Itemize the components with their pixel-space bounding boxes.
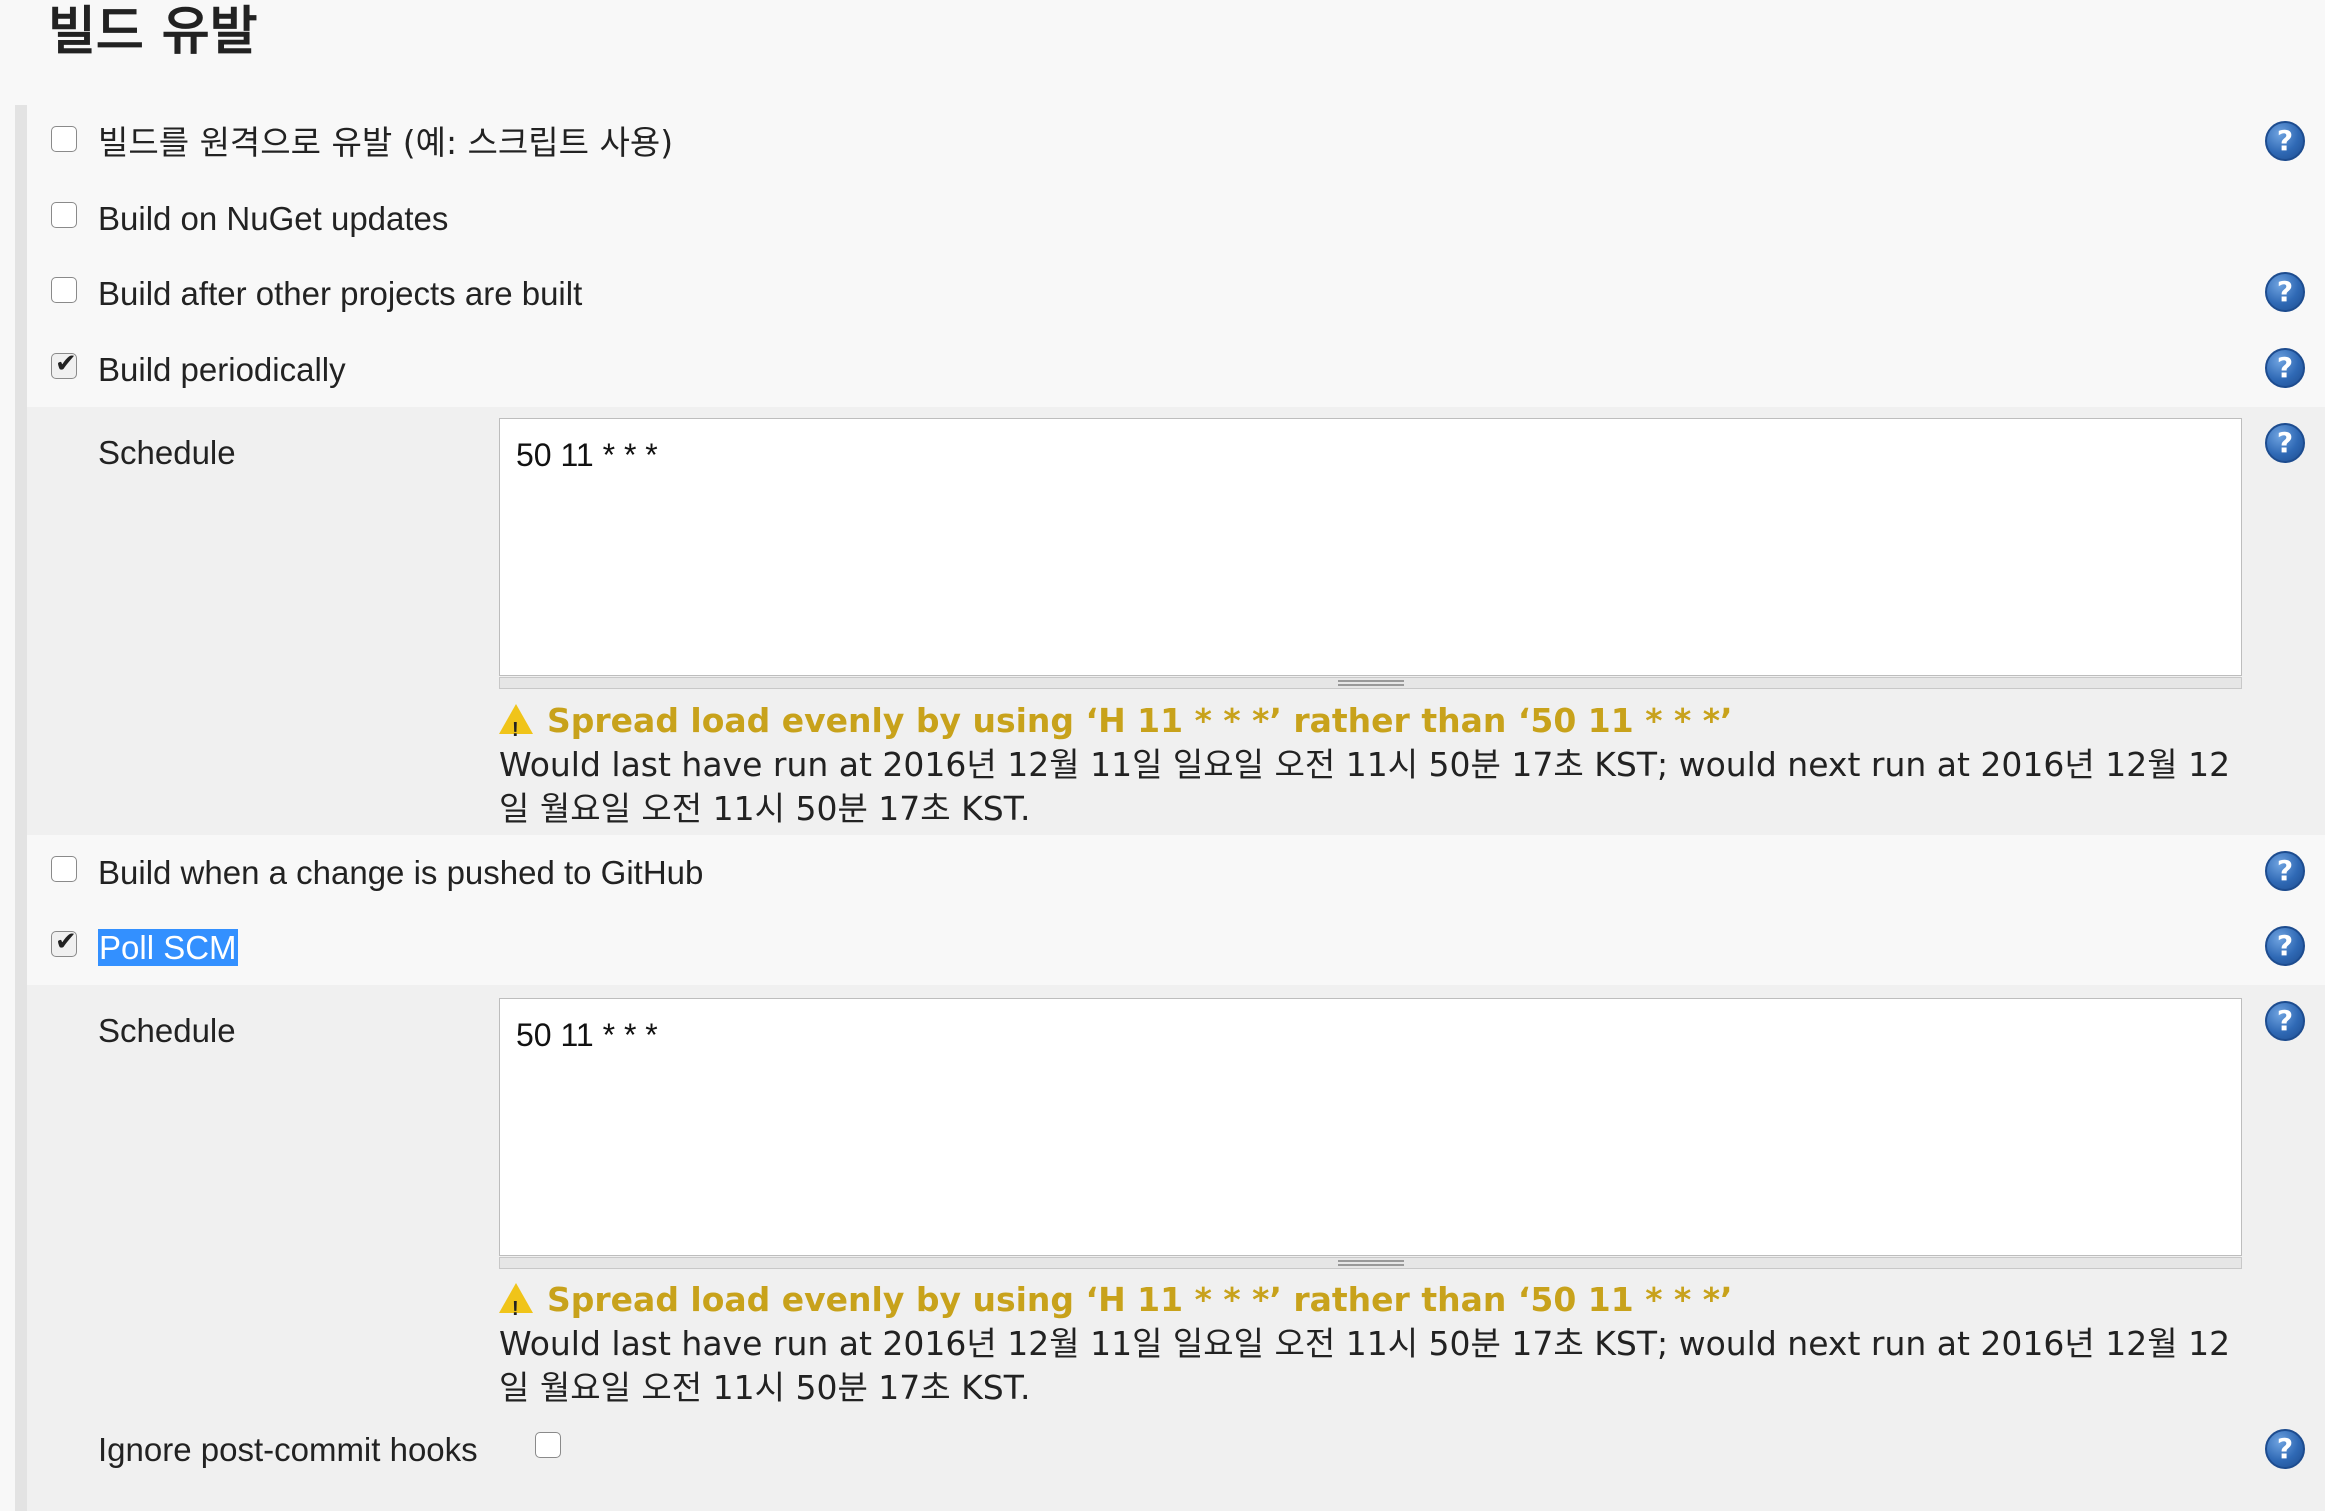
textarea-resize-handle[interactable] <box>499 677 2242 689</box>
help-icon[interactable]: ? <box>2265 926 2305 966</box>
trigger-after-projects-label[interactable]: Build after other projects are built <box>98 274 582 314</box>
poll-scm-warning: ! Spread load evenly by using ‘H 11 * * *… <box>499 1280 1733 1320</box>
schedule-label: Schedule <box>98 434 236 471</box>
trigger-periodic-checkbox[interactable]: ✔ <box>51 349 77 379</box>
trigger-after-projects-row: Build after other projects are built ? <box>27 256 2325 330</box>
help-icon[interactable]: ? <box>2265 348 2305 388</box>
textarea-resize-handle[interactable] <box>499 1257 2242 1269</box>
periodic-warning-text: Spread load evenly by using ‘H 11 * * *’… <box>547 701 1733 740</box>
trigger-poll-scm-label[interactable]: Poll SCM <box>98 928 238 968</box>
periodic-warning: ! Spread load evenly by using ‘H 11 * * *… <box>499 701 1733 741</box>
periodic-run-info: Would last have run at 2016년 12월 11일 일요일… <box>499 745 2231 828</box>
trigger-remote-checkbox[interactable] <box>51 126 77 152</box>
warning-icon: ! <box>499 704 533 741</box>
resize-grip-icon <box>1337 1260 1404 1266</box>
selected-text-highlight: Poll SCM <box>98 929 238 966</box>
poll-scm-warning-text: Spread load evenly by using ‘H 11 * * *’… <box>547 1280 1733 1319</box>
poll-scm-schedule-block: Schedule ? 50 11 * * * ! Spread load even… <box>27 985 2325 1511</box>
checkmark-icon: ✔ <box>55 349 77 379</box>
trigger-periodic-row: ✔ Build periodically ? <box>27 332 2325 406</box>
ignore-hooks-checkbox[interactable] <box>535 1432 561 1458</box>
trigger-poll-scm-row: ✔ Poll SCM ? <box>27 910 2325 984</box>
help-icon[interactable]: ? <box>2265 121 2305 161</box>
help-icon[interactable]: ? <box>2265 1001 2305 1041</box>
trigger-github-row: Build when a change is pushed to GitHub … <box>27 835 2325 909</box>
help-icon[interactable]: ? <box>2265 423 2305 463</box>
section-indent-bar <box>15 105 27 1511</box>
help-icon[interactable]: ? <box>2265 1429 2305 1469</box>
trigger-periodic-label[interactable]: Build periodically <box>98 350 346 390</box>
periodic-schedule-block: Schedule ? 50 11 * * * ! Spread load even… <box>27 407 2325 835</box>
poll-scm-schedule-input[interactable]: 50 11 * * * <box>499 998 2242 1256</box>
ignore-hooks-label: Ignore post-commit hooks <box>98 1431 478 1468</box>
trigger-nuget-label[interactable]: Build on NuGet updates <box>98 199 448 239</box>
trigger-after-projects-checkbox[interactable] <box>51 277 77 303</box>
periodic-schedule-input[interactable]: 50 11 * * * <box>499 418 2242 676</box>
help-icon[interactable]: ? <box>2265 272 2305 312</box>
resize-grip-icon <box>1337 680 1404 686</box>
trigger-github-checkbox[interactable] <box>51 856 77 882</box>
trigger-remote-label[interactable]: 빌드를 원격으로 유발 (예: 스크립트 사용) <box>98 123 673 163</box>
trigger-github-label[interactable]: Build when a change is pushed to GitHub <box>98 853 703 893</box>
checkmark-icon: ✔ <box>55 927 77 957</box>
schedule-label: Schedule <box>98 1012 236 1049</box>
section-title: 빌드 유발 <box>48 2 258 62</box>
trigger-nuget-checkbox[interactable] <box>51 202 77 228</box>
warning-icon: ! <box>499 1283 533 1320</box>
help-icon[interactable]: ? <box>2265 851 2305 891</box>
trigger-remote-row: 빌드를 원격으로 유발 (예: 스크립트 사용) ? <box>27 105 2325 179</box>
trigger-nuget-row: Build on NuGet updates <box>27 181 2325 255</box>
trigger-poll-scm-checkbox[interactable]: ✔ <box>51 927 77 957</box>
poll-scm-run-info: Would last have run at 2016년 12월 11일 일요일… <box>499 1324 2231 1407</box>
